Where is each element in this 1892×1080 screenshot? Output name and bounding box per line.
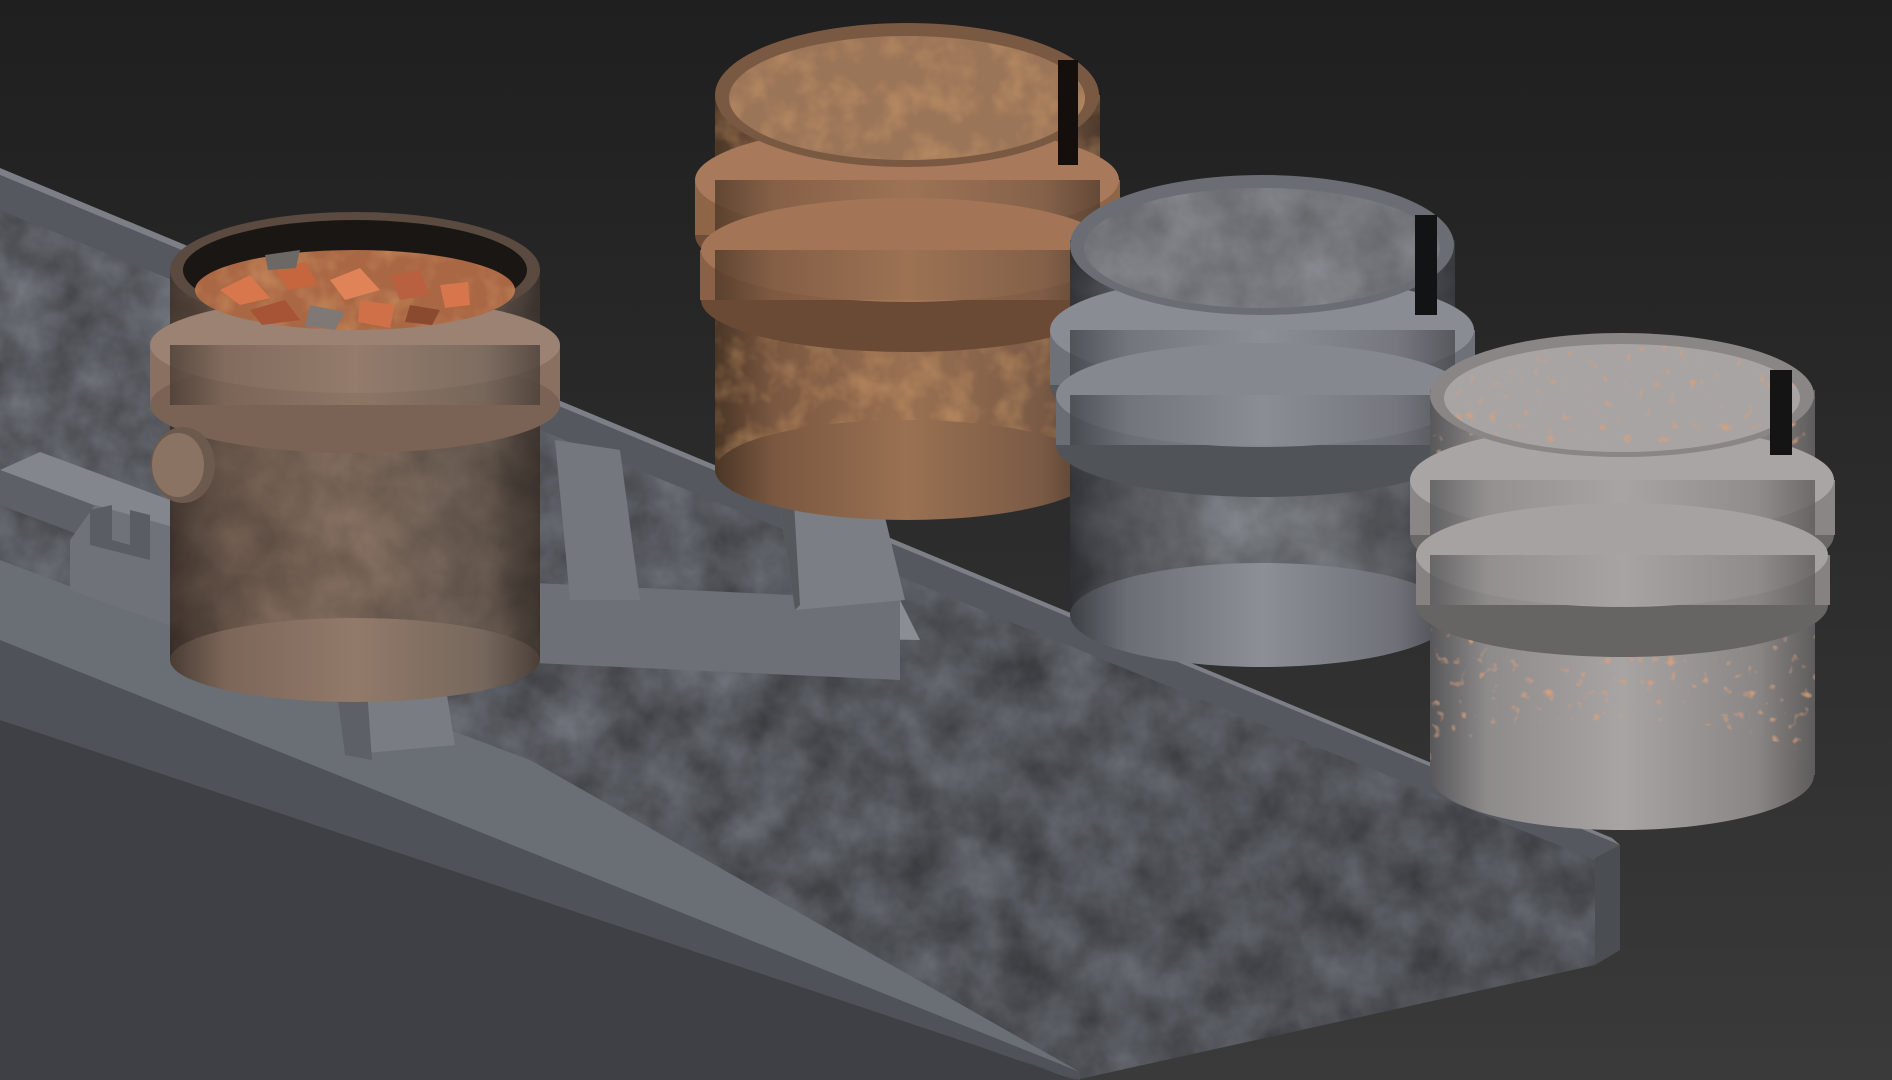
3d-viewport[interactable] <box>0 0 1892 1080</box>
ladle-spotted[interactable] <box>1410 333 1835 830</box>
ladle-grey[interactable] <box>1050 175 1475 667</box>
render-scene <box>0 23 1835 1080</box>
ladle-with-scrap[interactable] <box>150 212 560 702</box>
